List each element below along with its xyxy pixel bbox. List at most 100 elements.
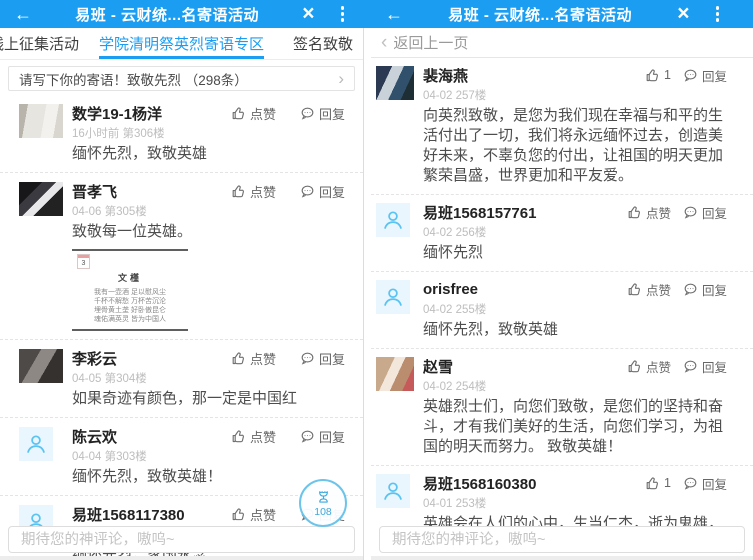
avatar[interactable] bbox=[376, 66, 414, 100]
comment-meta: 16小时前 第306楼 bbox=[72, 125, 345, 139]
tab-online-collection[interactable]: 线上征集活动 bbox=[0, 28, 79, 59]
calendar-icon: 3 bbox=[77, 254, 90, 269]
default-avatar[interactable] bbox=[376, 203, 410, 237]
reply-bubble-icon bbox=[300, 351, 315, 366]
avatar[interactable] bbox=[19, 182, 63, 216]
comment-input[interactable] bbox=[8, 526, 355, 553]
comment-text: 缅怀先烈，致敬英雄 bbox=[72, 144, 345, 164]
commenter-name: 易班1568117380 bbox=[72, 504, 231, 525]
reply-button[interactable]: 回复 bbox=[300, 349, 345, 368]
reply-bubble-icon bbox=[683, 359, 698, 374]
comment-row: 晋孝飞 点赞 回复 04-06 第305楼 bbox=[0, 173, 363, 340]
close-icon[interactable]: × bbox=[677, 1, 689, 27]
screen: ← 易班 - 云财统...名寄语活动 × 线上征集活动 学院清明祭英烈寄语专区 … bbox=[0, 0, 753, 560]
commenter-name: 易班1568160380 bbox=[423, 473, 645, 494]
comment-text: 英雄烈士们，向您们致敬，是您们的坚持和奋斗，才有我们美好的生活，向您们学习，为祖… bbox=[423, 397, 727, 457]
reply-bubble-icon bbox=[300, 106, 315, 121]
overflow-menu-icon[interactable] bbox=[716, 6, 720, 22]
reply-bubble-icon bbox=[300, 184, 315, 199]
right-panel-body: ‹ 返回上一页 裴海燕 1 bbox=[371, 28, 753, 560]
like-button[interactable]: 点赞 bbox=[627, 280, 671, 299]
like-button[interactable]: 点赞 bbox=[231, 104, 276, 123]
avatar[interactable] bbox=[19, 104, 63, 138]
thumbs-up-icon bbox=[627, 282, 642, 297]
comment-text: 致敬每一位英雄。 bbox=[72, 222, 345, 242]
poem-image-attachment[interactable]: 3 文槿 我有一壶酒 足以慰风尘 千杯不解愁 万杯苦沉沦 埋骨黄土垄 好卧傲昆仑… bbox=[72, 249, 188, 331]
tab-signature-tribute[interactable]: 签名致敬 bbox=[293, 28, 353, 59]
comment-row: orisfree 点赞 回复 04-02 255楼 bbox=[371, 272, 753, 349]
back-arrow-icon[interactable]: ← bbox=[0, 0, 32, 28]
comment-text: 如果奇迹有颜色，那一定是中国红 bbox=[72, 389, 345, 409]
reply-button[interactable]: 回复 bbox=[683, 203, 727, 222]
commenter-name: 赵雪 bbox=[423, 356, 627, 377]
like-count: 1 bbox=[664, 68, 671, 82]
comment-text: 缅怀先烈，致敬英雄！ bbox=[72, 467, 345, 487]
left-phone-panel: ← 易班 - 云财统...名寄语活动 × 线上征集活动 学院清明祭英烈寄语专区 … bbox=[0, 0, 364, 560]
default-avatar[interactable] bbox=[376, 474, 410, 508]
flower-icon bbox=[314, 489, 333, 506]
left-app-bar: ← 易班 - 云财统...名寄语活动 × bbox=[0, 0, 364, 28]
comment-row: 李彩云 点赞 回复 04-05 第304楼 bbox=[0, 340, 363, 418]
comment-row: 数学19-1杨洋 点赞 回复 16小时前 第306楼 bbox=[0, 95, 363, 173]
comment-meta: 04-02 256楼 bbox=[423, 224, 727, 238]
tribute-count: 108 bbox=[314, 506, 332, 518]
reply-bubble-icon bbox=[683, 205, 698, 220]
back-arrow-icon[interactable]: ← bbox=[371, 0, 403, 28]
bottom-strip bbox=[0, 556, 363, 560]
right-phone-panel: ← 易班 - 云财统...名寄语活动 × ‹ 返回上一页 裴海燕 bbox=[371, 0, 753, 560]
reply-button[interactable]: 回复 bbox=[683, 357, 727, 376]
comment-meta: 04-02 257楼 bbox=[423, 87, 727, 101]
overflow-menu-icon[interactable] bbox=[341, 6, 345, 22]
reply-bubble-icon bbox=[683, 282, 698, 297]
commenter-name: 晋孝飞 bbox=[72, 181, 231, 202]
avatar[interactable] bbox=[376, 357, 414, 391]
back-label: 返回上一页 bbox=[393, 32, 468, 53]
like-button[interactable]: 点赞 bbox=[231, 182, 276, 201]
like-button[interactable]: 点赞 bbox=[231, 349, 276, 368]
default-avatar[interactable] bbox=[376, 280, 410, 314]
like-button[interactable]: 点赞 bbox=[231, 505, 276, 524]
like-button[interactable]: 1 bbox=[645, 68, 671, 83]
like-button[interactable]: 点赞 bbox=[627, 357, 671, 376]
avatar[interactable] bbox=[19, 349, 63, 383]
commenter-name: 数学19-1杨洋 bbox=[72, 103, 231, 124]
back-to-previous-page[interactable]: ‹ 返回上一页 bbox=[371, 28, 753, 58]
comment-text: 缅怀先烈，致敬英雄 bbox=[423, 320, 727, 340]
chevron-right-icon: › bbox=[338, 69, 344, 89]
tab-bar: 线上征集活动 学院清明祭英烈寄语专区 签名致敬 bbox=[0, 28, 363, 60]
thumbs-up-icon bbox=[231, 351, 246, 366]
tab-qingming-memorial[interactable]: 学院清明祭英烈寄语专区 bbox=[99, 28, 264, 59]
thumbs-up-icon bbox=[231, 184, 246, 199]
comment-row: 裴海燕 1 回复 04-02 257楼 bbox=[371, 58, 753, 195]
default-avatar[interactable] bbox=[19, 427, 53, 461]
thumbs-up-icon bbox=[627, 359, 642, 374]
reply-button[interactable]: 回复 bbox=[683, 66, 727, 85]
reply-bubble-icon bbox=[683, 68, 698, 83]
thumbs-up-icon bbox=[231, 507, 246, 522]
like-button[interactable]: 点赞 bbox=[231, 427, 276, 446]
comment-meta: 04-05 第304楼 bbox=[72, 370, 345, 384]
comment-composer[interactable] bbox=[8, 526, 355, 553]
right-app-bar: ← 易班 - 云财统...名寄语活动 × bbox=[371, 0, 753, 28]
comment-meta: 04-02 254楼 bbox=[423, 378, 727, 392]
comment-input[interactable] bbox=[379, 526, 745, 553]
reply-button[interactable]: 回复 bbox=[300, 104, 345, 123]
like-button[interactable]: 点赞 bbox=[627, 203, 671, 222]
commenter-name: 易班1568157761 bbox=[423, 202, 627, 223]
reply-button[interactable]: 回复 bbox=[683, 474, 727, 493]
bottom-strip bbox=[371, 556, 753, 560]
reply-button[interactable]: 回复 bbox=[300, 427, 345, 446]
commenter-name: 李彩云 bbox=[72, 348, 231, 369]
comment-meta: 04-04 第303楼 bbox=[72, 448, 345, 462]
left-panel-body: 线上征集活动 学院清明祭英烈寄语专区 签名致敬 请写下你的寄语！致敬先烈 （29… bbox=[0, 28, 364, 560]
like-button[interactable]: 1 bbox=[645, 476, 671, 491]
person-icon bbox=[380, 478, 406, 504]
reply-button[interactable]: 回复 bbox=[683, 280, 727, 299]
comment-composer[interactable] bbox=[379, 526, 745, 553]
write-message-banner[interactable]: 请写下你的寄语！致敬先烈 （298条） › bbox=[8, 66, 355, 91]
flower-tribute-badge[interactable]: 108 bbox=[299, 479, 347, 527]
commenter-name: orisfree bbox=[423, 281, 627, 298]
reply-button[interactable]: 回复 bbox=[300, 182, 345, 201]
close-icon[interactable]: × bbox=[302, 1, 314, 27]
comment-row: 赵雪 点赞 回复 04-02 254楼 bbox=[371, 349, 753, 466]
